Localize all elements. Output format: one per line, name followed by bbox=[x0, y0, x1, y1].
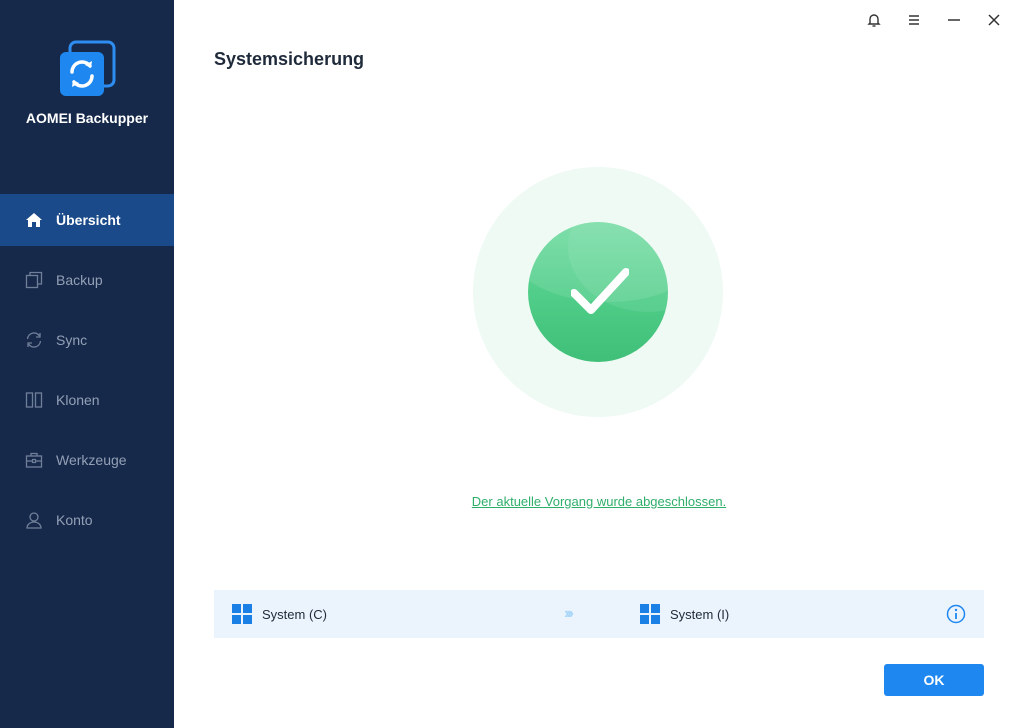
menu-icon bbox=[909, 15, 919, 25]
sidebar-item-uebersicht[interactable]: Übersicht bbox=[0, 194, 174, 246]
sidebar-item-label: Übersicht bbox=[56, 212, 121, 228]
success-badge bbox=[528, 222, 668, 362]
backup-icon bbox=[24, 270, 44, 290]
user-icon bbox=[24, 510, 44, 530]
sidebar-item-label: Sync bbox=[56, 332, 88, 348]
sidebar: AOMEI Backupper Übersicht Backup Sync Kl… bbox=[0, 0, 174, 728]
sidebar-item-klonen[interactable]: Klonen bbox=[0, 370, 174, 430]
windows-icon bbox=[232, 604, 252, 624]
status-message-link[interactable]: Der aktuelle Vorgang wurde abgeschlossen… bbox=[472, 494, 726, 509]
sidebar-item-label: Werkzeuge bbox=[56, 452, 127, 468]
window-controls bbox=[854, 8, 1014, 32]
sidebar-item-label: Konto bbox=[56, 512, 93, 528]
minimize-button[interactable] bbox=[934, 8, 974, 32]
windows-icon bbox=[640, 604, 660, 624]
ok-button[interactable]: OK bbox=[884, 664, 984, 696]
sidebar-item-label: Backup bbox=[56, 272, 103, 288]
menu-button[interactable] bbox=[894, 8, 934, 32]
clone-icon bbox=[24, 390, 44, 410]
backup-route-bar: System (C) › › › System (I) bbox=[214, 590, 984, 638]
page-title: Systemsicherung bbox=[214, 49, 365, 69]
home-icon bbox=[24, 210, 44, 230]
sidebar-item-sync[interactable]: Sync bbox=[0, 310, 174, 370]
destination-partition: System (I) bbox=[640, 604, 729, 624]
sidebar-item-backup[interactable]: Backup bbox=[0, 250, 174, 310]
direction-arrows-icon: › › › bbox=[564, 605, 574, 622]
checkmark-icon bbox=[571, 268, 629, 314]
close-icon bbox=[988, 14, 1000, 26]
destination-label: System (I) bbox=[670, 606, 730, 622]
notification-button[interactable] bbox=[854, 8, 894, 32]
bell-icon bbox=[867, 14, 881, 27]
source-label: System (C) bbox=[262, 606, 327, 622]
source-partition: System (C) bbox=[232, 604, 327, 624]
close-button[interactable] bbox=[974, 8, 1014, 32]
sync-icon bbox=[24, 330, 44, 350]
minimize-icon bbox=[948, 19, 960, 21]
status-message-row: Der aktuelle Vorgang wurde abgeschlossen… bbox=[0, 493, 1024, 511]
toolbox-icon bbox=[24, 450, 44, 470]
sidebar-item-werkzeuge[interactable]: Werkzeuge bbox=[0, 430, 174, 490]
aomei-logo-icon bbox=[58, 40, 116, 98]
app-name: AOMEI Backupper bbox=[25, 110, 149, 126]
sidebar-item-label: Klonen bbox=[56, 392, 100, 408]
info-icon[interactable] bbox=[946, 604, 966, 624]
